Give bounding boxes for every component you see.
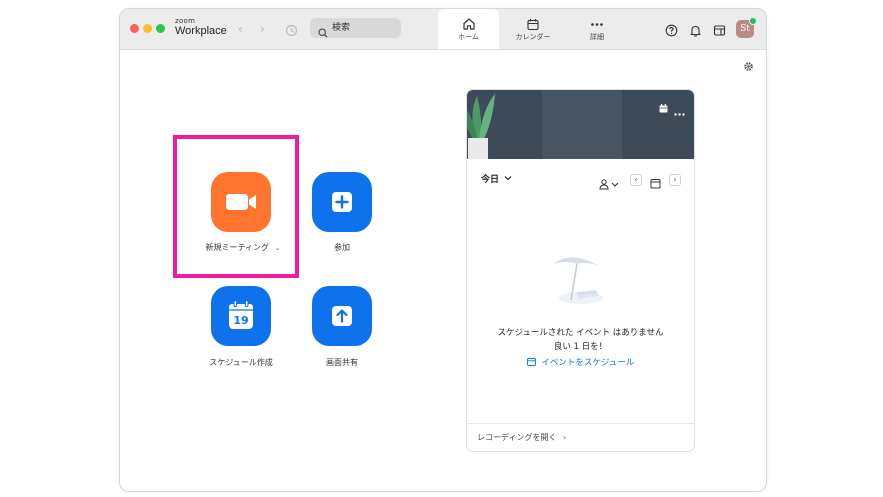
avatar[interactable]: St	[736, 17, 757, 38]
tab-calendar-label: カレンダー	[515, 33, 551, 41]
chevron-down-icon	[504, 174, 512, 185]
online-status-dot	[749, 17, 757, 25]
recordings-footer[interactable]: レコーディングを開く ›	[467, 423, 694, 451]
schedule-event-link[interactable]: イベントをスケジュール	[467, 357, 694, 370]
schedule-label[interactable]: スケジュール作成	[196, 358, 286, 368]
good-day-message: 良い 1 日を！	[553, 342, 608, 352]
forward-button[interactable]: ›	[260, 22, 265, 36]
history-icon[interactable]	[285, 22, 298, 41]
notification-bell-icon[interactable]	[689, 22, 702, 41]
no-events-message: スケジュールされた イベント はありません	[497, 328, 664, 338]
calendar-banner	[467, 90, 694, 159]
app-window: zoom Workplace ‹ › 検索 ホーム カレンダー 詳細 St 新規…	[119, 8, 767, 492]
panel-toggle-icon[interactable]	[713, 22, 726, 41]
beach-umbrella-icon	[549, 248, 611, 314]
title-bar: zoom Workplace ‹ › 検索 ホーム カレンダー 詳細 St	[120, 9, 766, 50]
minimize-window-button[interactable]	[143, 24, 152, 33]
zoom-window-button[interactable]	[156, 24, 165, 33]
chevron-right-icon: ›	[563, 433, 567, 442]
calendar-day-number: 19	[233, 314, 249, 327]
tab-home-label: ホーム	[458, 33, 479, 41]
tab-more[interactable]: 詳細	[567, 9, 627, 49]
search-icon	[318, 23, 328, 42]
tab-calendar[interactable]: カレンダー	[503, 9, 563, 49]
home-content: 新規ミーティング ⌄ 参加 19 スケジュール作成 画面共有 今日 ‹ › スケ…	[120, 50, 766, 491]
join-button[interactable]	[312, 172, 372, 232]
close-window-button[interactable]	[130, 24, 139, 33]
tab-home[interactable]: ホーム	[438, 9, 499, 49]
help-icon[interactable]	[665, 22, 678, 41]
people-filter-icon[interactable]	[599, 175, 619, 194]
calendar-small-icon	[526, 357, 536, 370]
workplace-logo: Workplace	[175, 25, 227, 37]
tab-more-label: 詳細	[590, 33, 604, 41]
search-input[interactable]: 検索	[310, 18, 401, 38]
schedule-button[interactable]: 19	[211, 286, 271, 346]
search-placeholder: 検索	[332, 23, 351, 33]
share-screen-button[interactable]	[312, 286, 372, 346]
prev-day-button[interactable]: ‹	[630, 174, 642, 186]
calendar-picker-icon[interactable]	[650, 174, 661, 193]
calendar-widget-icon[interactable]	[659, 98, 668, 117]
today-dropdown[interactable]: 今日	[481, 174, 512, 186]
open-recordings-link[interactable]: レコーディングを開く ›	[477, 433, 566, 443]
more-options-icon[interactable]	[674, 101, 685, 120]
new-meeting-highlight	[173, 135, 299, 278]
share-screen-label[interactable]: 画面共有	[312, 358, 372, 368]
zoom-logo: zoom	[175, 17, 196, 25]
settings-gear-icon[interactable]	[743, 57, 754, 76]
next-day-button[interactable]: ›	[669, 174, 681, 186]
calendar-panel: 今日 ‹ › スケジュールされた イベント はありません 良い 1 日を！ イベ…	[466, 89, 695, 452]
join-label[interactable]: 参加	[312, 243, 372, 253]
back-button[interactable]: ‹	[238, 22, 243, 36]
